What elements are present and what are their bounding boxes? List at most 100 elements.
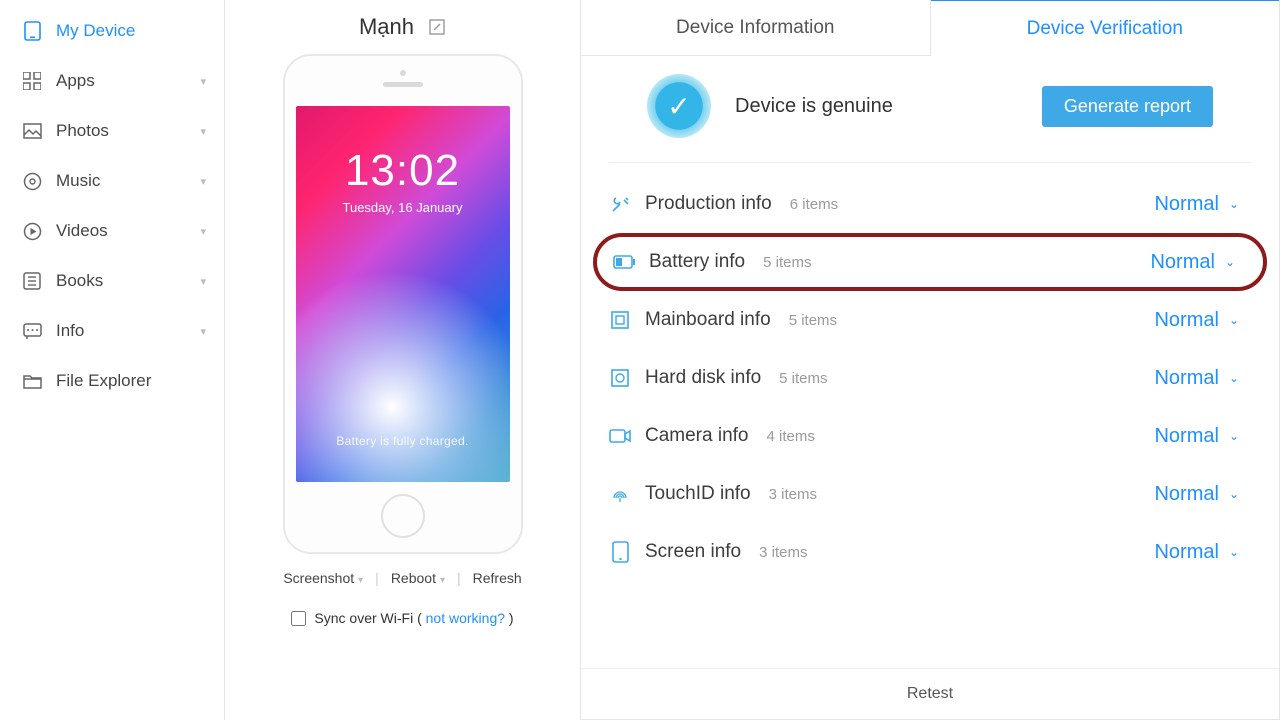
videos-icon [22,221,42,241]
reboot-button[interactable]: Reboot▾ [391,570,445,586]
not-working-link[interactable]: not working? [426,610,505,626]
row-status: Normal⌄ [1154,483,1239,506]
row-count: 3 items [769,486,817,503]
genuine-text: Device is genuine [735,95,893,118]
books-icon [22,271,42,291]
sidebar-item-info[interactable]: Info ▾ [0,306,224,356]
phone-screen: 13:02 Tuesday, 16 January Battery is ful… [296,106,510,482]
home-button-icon [381,494,425,538]
chevron-down-icon: ⌄ [1229,429,1239,443]
chevron-down-icon: ⌄ [1229,545,1239,559]
photos-icon [22,121,42,141]
row-title: Mainboard info [645,309,771,331]
tab-device-information[interactable]: Device Information [581,0,931,56]
sidebar-item-music[interactable]: Music ▾ [0,156,224,206]
row-count: 4 items [767,428,815,445]
row-title: Hard disk info [645,367,761,389]
chevron-down-icon: ▾ [440,575,445,586]
chevron-down-icon: ▾ [200,325,206,338]
sidebar-item-label: Photos [56,121,109,141]
row-title: Production info [645,193,772,215]
row-count: 6 items [790,196,838,213]
screen-icon [609,541,631,563]
sidebar-item-label: Books [56,271,103,291]
row-status: Normal⌄ [1154,367,1239,390]
phone-date: Tuesday, 16 January [343,200,463,215]
row-production-info[interactable]: Production info 6 items Normal⌄ [593,175,1267,233]
row-status: Normal⌄ [1154,425,1239,448]
sidebar-item-label: Music [56,171,100,191]
chevron-down-icon: ⌄ [1229,313,1239,327]
retest-button[interactable]: Retest [581,668,1279,719]
row-count: 5 items [789,312,837,329]
speaker-icon [383,82,423,87]
phone-battery-status: Battery is fully charged. [336,434,468,448]
chevron-down-icon: ⌄ [1229,371,1239,385]
camera-dot-icon [400,70,406,76]
row-hard-disk-info[interactable]: Hard disk info 5 items Normal⌄ [593,349,1267,407]
chevron-down-icon: ▾ [200,275,206,288]
chevron-down-icon: ▾ [200,225,206,238]
row-status: Normal⌄ [1154,541,1239,564]
sidebar-item-label: Videos [56,221,108,241]
fingerprint-icon [609,483,631,505]
phone-time: 13:02 [345,146,460,196]
device-preview-panel: Mạnh 13:02 Tuesday, 16 January Battery i… [225,0,580,720]
sidebar-item-label: File Explorer [56,371,151,391]
genuine-badge-icon: ✓ [647,74,711,138]
row-title: TouchID info [645,483,751,505]
tab-device-verification[interactable]: Device Verification [931,0,1280,56]
mainboard-icon [609,309,631,331]
chevron-down-icon: ▾ [200,175,206,188]
row-title: Battery info [649,251,745,273]
detail-panel: Device Information Device Verification ✓… [580,0,1280,720]
row-title: Camera info [645,425,749,447]
sidebar-item-label: Apps [56,71,95,91]
apps-icon [22,71,42,91]
folder-icon [22,371,42,391]
music-icon [22,171,42,191]
sync-wifi-row: Sync over Wi-Fi ( not working? ) [291,610,513,626]
row-count: 5 items [763,254,811,271]
sidebar: My Device Apps ▾ Photos ▾ Music ▾ Videos… [0,0,225,720]
sidebar-item-videos[interactable]: Videos ▾ [0,206,224,256]
generate-report-button[interactable]: Generate report [1042,86,1213,127]
device-name: Mạnh [359,14,414,40]
row-count: 3 items [759,544,807,561]
sync-wifi-label: Sync over Wi-Fi ( not working? ) [314,610,513,626]
sidebar-item-apps[interactable]: Apps ▾ [0,56,224,106]
verification-list: Production info 6 items Normal⌄ Battery … [581,163,1279,668]
sidebar-item-my-device[interactable]: My Device [0,6,224,56]
chevron-down-icon: ⌄ [1229,197,1239,211]
row-mainboard-info[interactable]: Mainboard info 5 items Normal⌄ [593,291,1267,349]
info-icon [22,321,42,341]
sidebar-item-books[interactable]: Books ▾ [0,256,224,306]
edit-icon[interactable] [428,18,446,36]
tools-icon [609,193,631,215]
refresh-button[interactable]: Refresh [473,570,522,586]
phone-mockup: 13:02 Tuesday, 16 January Battery is ful… [283,54,523,554]
row-status: Normal⌄ [1154,193,1239,216]
row-battery-info[interactable]: Battery info 5 items Normal⌄ [593,233,1267,291]
chevron-down-icon: ⌄ [1229,487,1239,501]
battery-icon [613,251,635,273]
disk-icon [609,367,631,389]
device-actions: Screenshot▾ | Reboot▾ | Refresh [283,570,521,586]
device-icon [22,21,42,41]
sidebar-item-label: Info [56,321,84,341]
sidebar-item-label: My Device [56,21,135,41]
chevron-down-icon: ▾ [200,125,206,138]
row-touchid-info[interactable]: TouchID info 3 items Normal⌄ [593,465,1267,523]
chevron-down-icon: ▾ [200,75,206,88]
row-status: Normal⌄ [1154,309,1239,332]
sync-wifi-checkbox[interactable] [291,611,306,626]
sidebar-item-photos[interactable]: Photos ▾ [0,106,224,156]
sidebar-item-file-explorer[interactable]: File Explorer [0,356,224,406]
row-status: Normal⌄ [1150,251,1235,274]
screenshot-button[interactable]: Screenshot▾ [283,570,363,586]
row-screen-info[interactable]: Screen info 3 items Normal⌄ [593,523,1267,581]
camera-icon [609,425,631,447]
row-camera-info[interactable]: Camera info 4 items Normal⌄ [593,407,1267,465]
row-title: Screen info [645,541,741,563]
chevron-down-icon: ⌄ [1225,255,1235,269]
